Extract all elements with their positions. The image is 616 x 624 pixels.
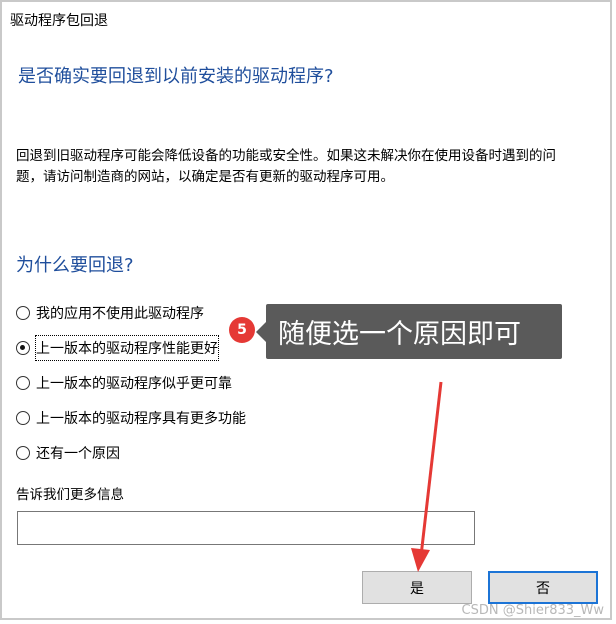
radio-button[interactable] bbox=[16, 446, 30, 460]
reason-option-label: 还有一个原因 bbox=[36, 446, 120, 462]
reason-option-more-reliable[interactable]: 上一版本的驱动程序似乎更可靠 bbox=[16, 370, 232, 396]
reason-option-better-performance[interactable]: 上一版本的驱动程序性能更好 bbox=[16, 335, 219, 361]
more-info-input[interactable] bbox=[17, 511, 475, 545]
reason-heading: 为什么要回退? bbox=[16, 255, 134, 276]
reason-option-other[interactable]: 还有一个原因 bbox=[16, 440, 120, 466]
reason-option-label: 上一版本的驱动程序似乎更可靠 bbox=[36, 376, 232, 392]
reason-option-label: 上一版本的驱动程序性能更好 bbox=[35, 335, 219, 361]
dialog-heading: 是否确实要回退到以前安装的驱动程序? bbox=[18, 66, 334, 87]
annotation-tooltip: 随便选一个原因即可 bbox=[266, 304, 562, 359]
step-number-badge: 5 bbox=[229, 317, 255, 343]
reason-option-label: 上一版本的驱动程序具有更多功能 bbox=[36, 411, 246, 427]
radio-button[interactable] bbox=[16, 376, 30, 390]
radio-button-checked[interactable] bbox=[16, 341, 30, 355]
reason-option-label: 我的应用不使用此驱动程序 bbox=[36, 306, 204, 322]
annotation-tooltip-text: 随便选一个原因即可 bbox=[278, 319, 521, 350]
reason-option-more-features[interactable]: 上一版本的驱动程序具有更多功能 bbox=[16, 405, 246, 431]
tooltip-pointer bbox=[256, 322, 266, 342]
radio-button[interactable] bbox=[16, 411, 30, 425]
no-button[interactable]: 否 bbox=[488, 571, 598, 604]
more-info-label: 告诉我们更多信息 bbox=[16, 487, 124, 503]
dialog-description: 回退到旧驱动程序可能会降低设备的功能或安全性。如果这未解决你在使用设备时遇到的问… bbox=[16, 148, 556, 185]
watermark: CSDN @Shier833_Ww bbox=[461, 603, 604, 618]
radio-button[interactable] bbox=[16, 306, 30, 320]
yes-button[interactable]: 是 bbox=[362, 571, 472, 604]
reason-option-no-use[interactable]: 我的应用不使用此驱动程序 bbox=[16, 300, 204, 326]
window-title: 驱动程序包回退 bbox=[10, 13, 108, 29]
